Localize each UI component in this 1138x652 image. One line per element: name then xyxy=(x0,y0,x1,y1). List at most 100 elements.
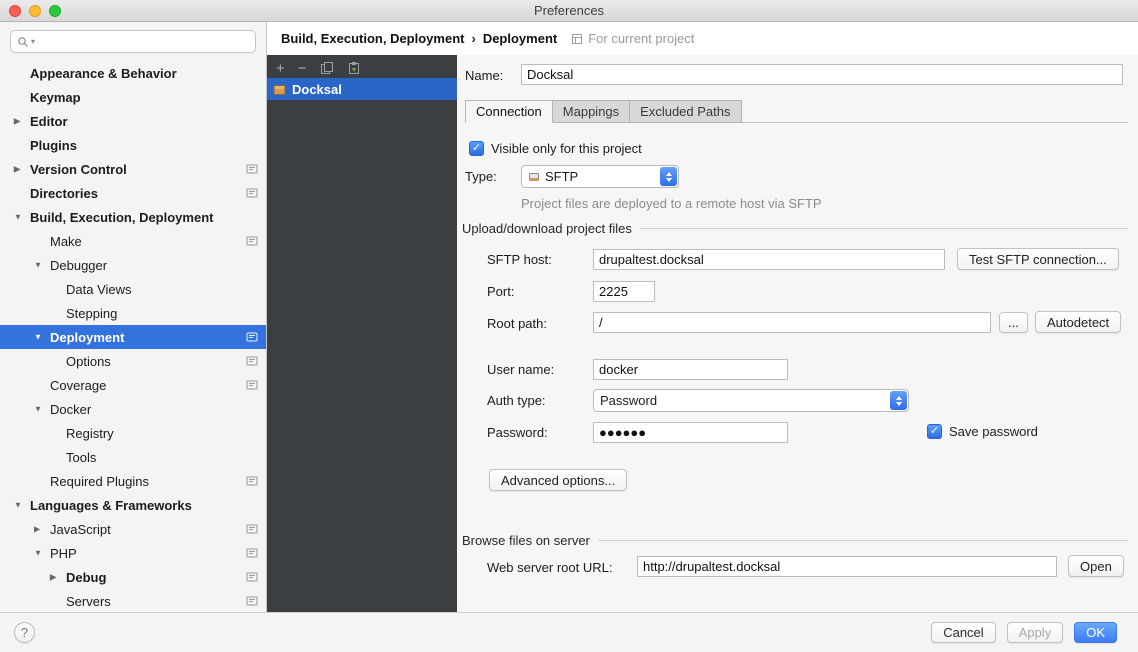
auth-type-select[interactable]: Password xyxy=(593,389,909,412)
project-level-icon xyxy=(246,163,258,175)
sidebar-item-required-plugins[interactable]: Required Plugins xyxy=(0,469,266,493)
root-path-label: Root path: xyxy=(487,316,547,331)
settings-tree: Appearance & Behavior Keymap ▶ Editor Pl… xyxy=(0,59,266,613)
port-label: Port: xyxy=(487,284,514,299)
copy-server-button[interactable] xyxy=(320,61,334,75)
tab-mappings[interactable]: Mappings xyxy=(552,100,630,123)
save-password-row: ✓ Save password xyxy=(927,424,1038,439)
upload-section-header: Upload/download project files xyxy=(462,221,1128,236)
sidebar-item-registry[interactable]: Registry xyxy=(0,421,266,445)
sidebar-item-coverage[interactable]: Coverage xyxy=(0,373,266,397)
tab-connection[interactable]: Connection xyxy=(465,100,553,123)
sidebar-item-version-control[interactable]: ▶ Version Control xyxy=(0,157,266,181)
settings-search[interactable]: ▾ xyxy=(10,30,256,53)
sidebar-item-deployment[interactable]: ▼ Deployment xyxy=(0,325,266,349)
user-name-input[interactable] xyxy=(593,359,788,380)
autodetect-button[interactable]: Autodetect xyxy=(1035,311,1121,333)
tab-bar: Connection Mappings Excluded Paths xyxy=(465,100,741,123)
sidebar-item-javascript[interactable]: ▶ JavaScript xyxy=(0,517,266,541)
chevron-right-icon[interactable]: ▶ xyxy=(34,525,40,534)
sidebar-item-options[interactable]: Options xyxy=(0,349,266,373)
sftp-host-input[interactable] xyxy=(593,249,945,270)
sidebar-item-plugins[interactable]: Plugins xyxy=(0,133,266,157)
scope-note: For current project xyxy=(571,31,694,46)
search-options-caret-icon[interactable]: ▾ xyxy=(31,37,35,46)
section-divider xyxy=(598,540,1128,541)
test-sftp-connection-button[interactable]: Test SFTP connection... xyxy=(957,248,1119,270)
save-password-checkbox[interactable]: ✓ xyxy=(927,424,942,439)
deployment-server-icon xyxy=(273,83,286,96)
tab-excluded-paths[interactable]: Excluded Paths xyxy=(629,100,741,123)
sidebar-item-appearance-behavior[interactable]: Appearance & Behavior xyxy=(0,61,266,85)
visible-only-checkbox[interactable]: ✓ xyxy=(469,141,484,156)
chevron-down-icon[interactable]: ▼ xyxy=(34,261,42,270)
server-name-label: Docksal xyxy=(292,82,342,97)
user-name-label: User name: xyxy=(487,362,554,377)
breadcrumb-item-build-execution-deployment[interactable]: Build, Execution, Deployment xyxy=(281,31,464,46)
type-label: Type: xyxy=(465,169,497,184)
browse-section-header: Browse files on server xyxy=(462,533,1128,548)
sidebar-item-make[interactable]: Make xyxy=(0,229,266,253)
deployment-form: Name: Connection Mappings Excluded Paths… xyxy=(457,55,1138,612)
paste-server-button[interactable] xyxy=(347,61,361,75)
breadcrumb-item-deployment: Deployment xyxy=(483,31,557,46)
chevron-down-icon[interactable]: ▼ xyxy=(34,549,42,558)
chevron-down-icon[interactable]: ▼ xyxy=(14,213,22,222)
cancel-button[interactable]: Cancel xyxy=(931,622,995,643)
sidebar-item-data-views[interactable]: Data Views xyxy=(0,277,266,301)
sidebar-item-php[interactable]: ▼ PHP xyxy=(0,541,266,565)
browse-root-path-button[interactable]: ... xyxy=(999,312,1028,333)
sftp-type-icon xyxy=(528,171,540,183)
chevron-right-icon[interactable]: ▶ xyxy=(50,573,56,582)
project-level-icon xyxy=(246,595,258,607)
sidebar-item-languages-frameworks[interactable]: ▼ Languages & Frameworks xyxy=(0,493,266,517)
chevron-down-icon[interactable]: ▼ xyxy=(34,333,42,342)
window-title: Preferences xyxy=(0,3,1138,18)
settings-search-input[interactable] xyxy=(37,34,249,49)
scope-note-label: For current project xyxy=(588,31,694,46)
visible-only-label: Visible only for this project xyxy=(491,141,642,156)
current-project-icon xyxy=(571,33,583,45)
sidebar-item-build-execution-deployment[interactable]: ▼ Build, Execution, Deployment xyxy=(0,205,266,229)
chevron-right-icon[interactable]: ▶ xyxy=(14,165,20,174)
dropdown-stepper-icon xyxy=(890,391,907,410)
name-label: Name: xyxy=(465,68,503,83)
sidebar-item-debugger[interactable]: ▼ Debugger xyxy=(0,253,266,277)
chevron-down-icon[interactable]: ▼ xyxy=(14,501,22,510)
sidebar-item-tools[interactable]: Tools xyxy=(0,445,266,469)
password-input[interactable] xyxy=(593,422,788,443)
project-level-icon xyxy=(246,571,258,583)
port-input[interactable] xyxy=(593,281,655,302)
chevron-right-icon[interactable]: ▶ xyxy=(14,117,20,126)
project-level-icon xyxy=(246,355,258,367)
server-list-item-docksal[interactable]: Docksal xyxy=(267,78,457,100)
root-path-input[interactable] xyxy=(593,312,991,333)
help-button[interactable]: ? xyxy=(14,622,35,643)
apply-button[interactable]: Apply xyxy=(1007,622,1064,643)
sidebar-item-docker[interactable]: ▼ Docker xyxy=(0,397,266,421)
server-list-panel: + − xyxy=(267,55,457,612)
sidebar-item-editor[interactable]: ▶ Editor xyxy=(0,109,266,133)
ok-button[interactable]: OK xyxy=(1074,622,1117,643)
visible-only-row: ✓ Visible only for this project xyxy=(469,141,642,156)
name-input[interactable] xyxy=(521,64,1123,85)
sidebar-item-stepping[interactable]: Stepping xyxy=(0,301,266,325)
save-password-label: Save password xyxy=(949,424,1038,439)
dialog-footer: ? Cancel Apply OK xyxy=(0,612,1138,652)
type-select[interactable]: SFTP xyxy=(521,165,679,188)
type-value: SFTP xyxy=(545,169,578,184)
preferences-window: Preferences ▾ Appearance & Behavior Keym… xyxy=(0,0,1138,652)
sidebar-item-directories[interactable]: Directories xyxy=(0,181,266,205)
add-server-button[interactable]: + xyxy=(276,61,285,76)
web-server-root-url-input[interactable] xyxy=(637,556,1057,577)
open-button[interactable]: Open xyxy=(1068,555,1124,577)
advanced-options-button[interactable]: Advanced options... xyxy=(489,469,627,491)
project-level-icon xyxy=(246,235,258,247)
settings-sidebar: ▾ Appearance & Behavior Keymap ▶ Editor … xyxy=(0,22,267,612)
sidebar-item-servers[interactable]: Servers xyxy=(0,589,266,613)
chevron-down-icon[interactable]: ▼ xyxy=(34,405,42,414)
sidebar-item-keymap[interactable]: Keymap xyxy=(0,85,266,109)
remove-server-button[interactable]: − xyxy=(298,61,307,76)
project-level-icon xyxy=(246,547,258,559)
sidebar-item-debug[interactable]: ▶ Debug xyxy=(0,565,266,589)
